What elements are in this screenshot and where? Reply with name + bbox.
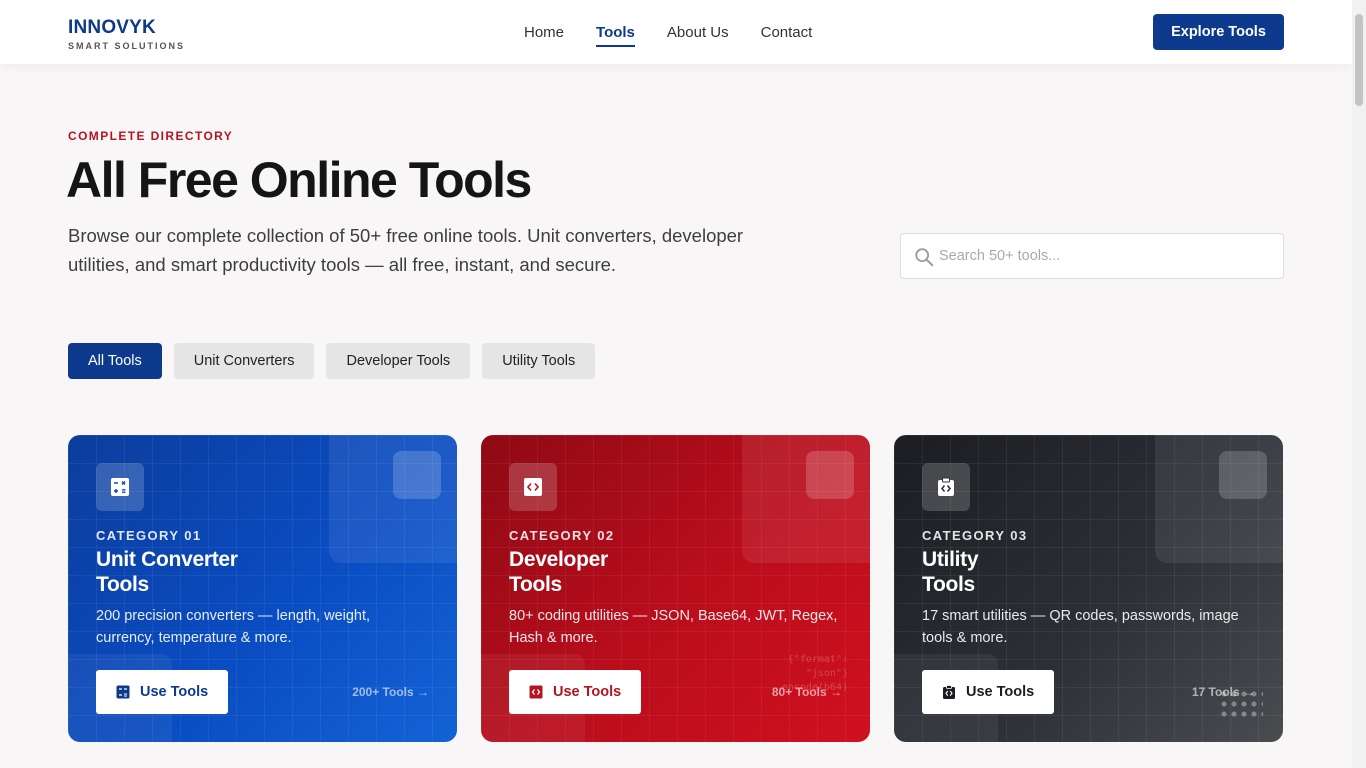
card-title: Utility Tools xyxy=(922,547,1122,597)
code-icon xyxy=(509,463,557,511)
nav-tools[interactable]: Tools xyxy=(596,20,635,47)
calculator-icon xyxy=(96,463,144,511)
filter-utility-tools[interactable]: Utility Tools xyxy=(482,343,596,379)
nav-home[interactable]: Home xyxy=(524,20,564,45)
use-tools-button[interactable]: Use Tools xyxy=(922,670,1055,714)
code-icon xyxy=(529,685,543,699)
card-decoration xyxy=(806,451,854,499)
page-title: All Free Online Tools xyxy=(66,152,532,208)
card-category-label: CATEGORY 01 xyxy=(96,528,202,543)
page-description: Browse our complete collection of 50+ fr… xyxy=(68,225,744,275)
section-eyebrow: COMPLETE DIRECTORY xyxy=(68,129,234,143)
use-tools-button[interactable]: Use Tools xyxy=(509,670,642,714)
nav-about-us[interactable]: About Us xyxy=(667,20,729,45)
calculator-icon xyxy=(116,685,130,699)
card-description: 17 smart utilities — QR codes, passwords… xyxy=(922,608,1239,646)
page-scrollbar[interactable] xyxy=(1352,0,1366,768)
card-title-line: Developer xyxy=(509,548,608,571)
use-tools-button[interactable]: Use Tools xyxy=(96,670,229,714)
card-title-line: Tools xyxy=(509,573,562,596)
card-title-line: Utility xyxy=(922,548,979,571)
category-card-unit-converters[interactable]: CATEGORY 01 Unit Converter Tools 200 pre… xyxy=(68,435,457,742)
clipboard-code-icon xyxy=(943,685,955,699)
card-description: 200 precision converters — length, weigh… xyxy=(96,608,371,646)
filter-all-tools[interactable]: All Tools xyxy=(68,343,162,379)
search-box[interactable] xyxy=(900,233,1284,279)
nav-contact[interactable]: Contact xyxy=(761,20,813,45)
explore-tools-button[interactable]: Explore Tools xyxy=(1153,14,1284,50)
card-decoration xyxy=(393,451,441,499)
category-filters: All Tools Unit Converters Developer Tool… xyxy=(68,343,607,379)
logo-tagline: SMART SOLUTIONS xyxy=(68,41,185,51)
clipboard-code-icon xyxy=(922,463,970,511)
code-line: {"format": xyxy=(787,654,848,665)
category-card-developer-tools[interactable]: CATEGORY 02 Developer Tools 80+ coding u… xyxy=(481,435,870,742)
button-label: Use Tools xyxy=(966,684,1035,700)
card-title: Developer Tools xyxy=(509,547,709,597)
card-title-line: Tools xyxy=(922,573,975,596)
code-line: "json"} xyxy=(805,668,848,679)
card-decoration xyxy=(1219,451,1267,499)
tool-count-link[interactable]: 17 Tools → xyxy=(1192,685,1255,699)
card-category-label: CATEGORY 02 xyxy=(509,528,615,543)
button-label: Use Tools xyxy=(553,684,622,700)
logo[interactable]: INNOVYK SMART SOLUTIONS xyxy=(68,17,185,51)
scrollbar-thumb[interactable] xyxy=(1355,14,1363,106)
tool-count-link[interactable]: 80+ Tools → xyxy=(772,685,842,699)
search-input[interactable] xyxy=(939,234,1273,278)
card-title-line: Tools xyxy=(96,573,149,596)
category-card-utility-tools[interactable]: CATEGORY 03 Utility Tools 17 smart utili… xyxy=(894,435,1283,742)
tool-count-link[interactable]: 200+ Tools → xyxy=(352,685,429,699)
filter-unit-converters[interactable]: Unit Converters xyxy=(173,343,315,379)
filter-developer-tools[interactable]: Developer Tools xyxy=(326,343,471,379)
main-nav: Home Tools About Us Contact xyxy=(508,0,828,64)
card-title-line: Unit Converter xyxy=(96,548,238,571)
logo-wordmark: INNOVYK xyxy=(68,17,156,38)
card-description: 80+ coding utilities — JSON, Base64, JWT… xyxy=(509,608,838,646)
card-title: Unit Converter Tools xyxy=(96,547,296,597)
search-icon xyxy=(915,248,934,267)
card-category-label: CATEGORY 03 xyxy=(922,528,1028,543)
button-label: Use Tools xyxy=(140,684,209,700)
site-header: INNOVYK SMART SOLUTIONS Home Tools About… xyxy=(0,0,1352,64)
